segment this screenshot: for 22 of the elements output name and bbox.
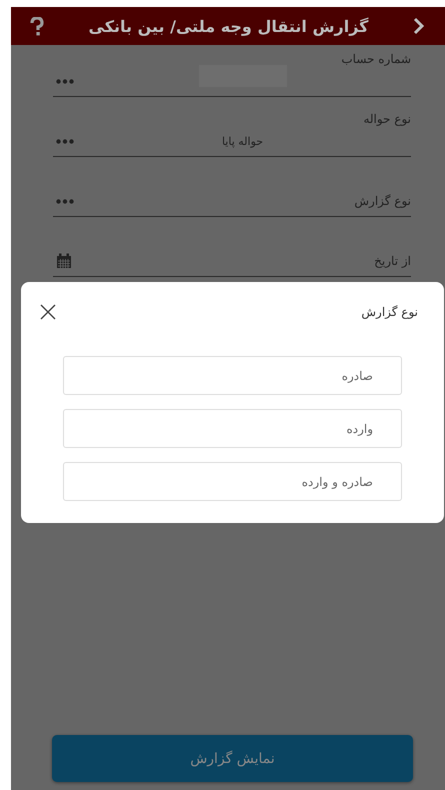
back-chevron-icon[interactable] bbox=[412, 17, 425, 35]
more-dots-icon[interactable] bbox=[56, 198, 74, 204]
calendar-icon[interactable] bbox=[56, 253, 72, 269]
form-field[interactable]: نوع حواله حواله پایا bbox=[53, 97, 411, 157]
field-label: نوع گزارش bbox=[354, 193, 411, 210]
close-icon[interactable] bbox=[40, 304, 56, 320]
help-icon[interactable] bbox=[29, 16, 46, 36]
form-field[interactable]: نوع گزارش bbox=[53, 157, 411, 217]
more-dots-icon[interactable] bbox=[56, 78, 74, 84]
option-button[interactable]: وارده bbox=[63, 409, 402, 448]
show-report-button[interactable]: نمایش گزارش bbox=[52, 735, 413, 782]
option-button[interactable]: صادره bbox=[63, 356, 402, 395]
page-title: گزارش انتقال وجه ملتی/ بین بانکی bbox=[88, 16, 368, 36]
more-dots-icon[interactable] bbox=[56, 138, 74, 144]
form-field[interactable]: شماره حساب bbox=[53, 45, 411, 97]
field-label: از تاریخ bbox=[374, 253, 411, 270]
field-label: نوع حواله bbox=[362, 111, 411, 128]
form-field[interactable]: از تاریخ bbox=[53, 217, 411, 277]
field-label: شماره حساب bbox=[340, 51, 411, 68]
option-button[interactable]: صادره و وارده bbox=[63, 462, 402, 501]
dialog-title: نوع گزارش bbox=[361, 305, 418, 319]
field-value: حواله پایا bbox=[222, 134, 264, 148]
